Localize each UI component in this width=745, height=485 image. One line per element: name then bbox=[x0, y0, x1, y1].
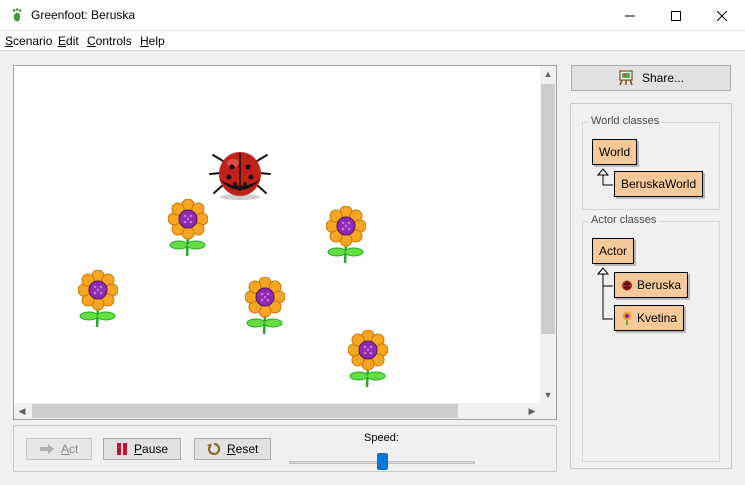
pause-label: Pause bbox=[134, 442, 169, 456]
class-beruska[interactable]: Beruska bbox=[614, 272, 689, 298]
menu-bar: Scenario Edit Controls Help bbox=[0, 31, 745, 51]
scroll-down-icon[interactable]: ▼ bbox=[540, 387, 556, 403]
act-button[interactable]: Act bbox=[26, 438, 92, 460]
flower-actor[interactable] bbox=[78, 270, 118, 330]
class-kvetina[interactable]: Kvetina bbox=[614, 305, 685, 331]
flower-icon bbox=[621, 311, 633, 325]
menu-edit[interactable]: Edit bbox=[58, 34, 79, 48]
maximize-icon bbox=[671, 10, 681, 21]
reset-button[interactable]: Reset bbox=[194, 438, 271, 460]
pause-icon bbox=[117, 443, 127, 455]
vertical-scrollbar[interactable]: ▲ ▼ bbox=[540, 66, 556, 403]
world-classes-group: World classes World BeruskaWorld bbox=[582, 115, 720, 210]
flower-actor[interactable] bbox=[326, 206, 366, 266]
pause-button[interactable]: Pause bbox=[103, 438, 181, 460]
footprint-icon bbox=[12, 8, 22, 22]
minimize-button[interactable] bbox=[607, 0, 653, 31]
vertical-scroll-thumb[interactable] bbox=[541, 84, 555, 334]
world-canvas[interactable] bbox=[16, 68, 540, 403]
class-world[interactable]: World bbox=[592, 139, 638, 165]
close-icon bbox=[717, 10, 727, 21]
horizontal-scroll-thumb[interactable] bbox=[32, 404, 458, 418]
share-button[interactable]: Share... bbox=[571, 65, 731, 91]
scroll-right-icon[interactable]: ▶ bbox=[524, 403, 540, 419]
close-button[interactable] bbox=[699, 0, 745, 31]
window-title: Greenfoot: Beruska bbox=[31, 8, 136, 22]
menu-controls[interactable]: Controls bbox=[87, 34, 132, 48]
minimize-icon bbox=[625, 15, 635, 16]
menu-scenario[interactable]: Scenario bbox=[5, 34, 52, 48]
world-classes-title: World classes bbox=[588, 115, 663, 127]
horizontal-scrollbar[interactable]: ◀ ▶ bbox=[14, 403, 540, 419]
class-beruskaworld[interactable]: BeruskaWorld bbox=[614, 171, 704, 197]
ladybug-icon bbox=[621, 279, 633, 291]
maximize-button[interactable] bbox=[653, 0, 699, 31]
actor-classes-title: Actor classes bbox=[588, 214, 660, 226]
easel-icon bbox=[619, 70, 633, 86]
act-label: Act bbox=[61, 442, 79, 456]
share-label: Share... bbox=[641, 71, 685, 85]
scroll-left-icon[interactable]: ◀ bbox=[14, 403, 30, 419]
flower-actor[interactable] bbox=[348, 330, 388, 390]
class-actor[interactable]: Actor bbox=[592, 238, 635, 264]
step-arrow-icon bbox=[40, 444, 54, 454]
title-bar: Greenfoot: Beruska bbox=[0, 0, 745, 31]
scroll-up-icon[interactable]: ▲ bbox=[540, 66, 556, 82]
flower-actor[interactable] bbox=[168, 199, 208, 259]
speed-slider-thumb[interactable] bbox=[376, 453, 388, 470]
speed-label: Speed: bbox=[364, 432, 399, 444]
actor-classes-group: Actor classes Actor Beruska Kvetina bbox=[582, 214, 720, 462]
menu-help[interactable]: Help bbox=[140, 34, 165, 48]
world-view: ▲ ▼ ◀ ▶ bbox=[13, 65, 557, 420]
ladybug-actor[interactable] bbox=[205, 141, 275, 201]
controls-panel: Act Pause Reset Speed: bbox=[13, 425, 557, 472]
reset-icon bbox=[207, 442, 221, 456]
class-diagram-panel: World classes World BeruskaWorld Actor c… bbox=[570, 103, 732, 469]
reset-label: Reset bbox=[227, 442, 259, 456]
scrollbar-corner bbox=[540, 403, 556, 419]
flower-actor[interactable] bbox=[245, 277, 285, 337]
